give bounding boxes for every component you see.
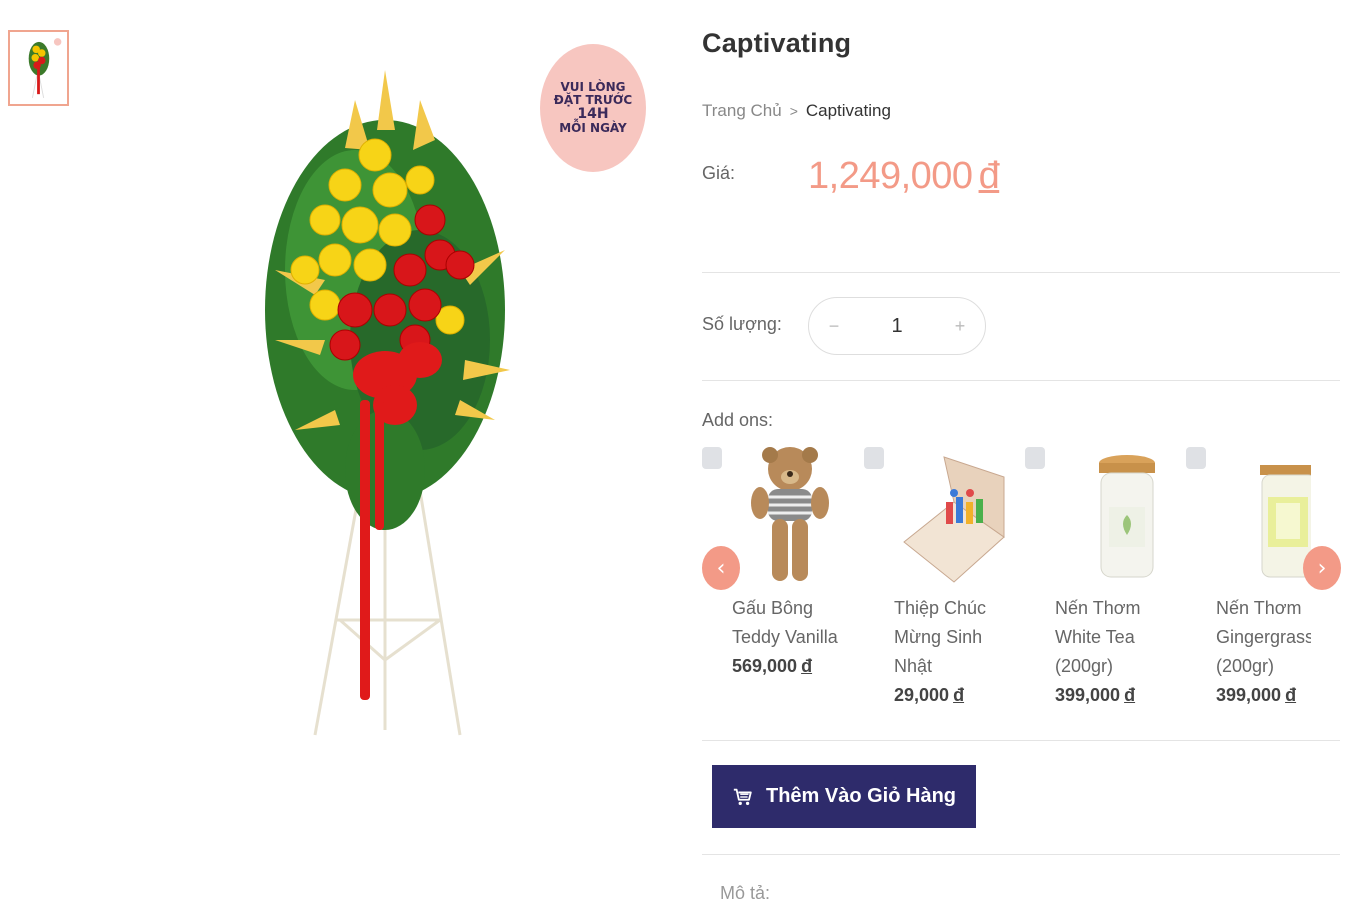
- addon-name[interactable]: Gấu Bông Teddy Vanilla: [732, 594, 857, 652]
- breadcrumb-current: Captivating: [805, 101, 891, 120]
- breadcrumb-home-link[interactable]: Trang Chủ: [702, 101, 782, 120]
- addon-image[interactable]: [894, 447, 1019, 592]
- badge-line-1: VUI LÒNG: [560, 79, 626, 94]
- addon-checkbox[interactable]: [864, 447, 884, 469]
- addon-price: 399,000 đ: [1055, 681, 1180, 710]
- addon-image[interactable]: [732, 447, 857, 592]
- product-thumbnail[interactable]: [8, 30, 69, 106]
- addon-info: Thiệp Chúc Mừng Sinh Nhật 29,000 đ: [894, 594, 1019, 710]
- addon-price-amount: 29,000: [894, 685, 950, 705]
- quantity-decrease-button[interactable]: −: [825, 316, 843, 337]
- flower-stand-thumbnail-image: [28, 38, 62, 98]
- addon-checkbox[interactable]: [1186, 447, 1206, 469]
- addon-name[interactable]: Nến Thơm Gingergrass (200gr): [1216, 594, 1311, 681]
- addon-image[interactable]: [1055, 447, 1180, 592]
- addon-price: 399,000 đ: [1216, 681, 1311, 710]
- addons-prev-button[interactable]: ‹: [702, 546, 740, 590]
- addon-name[interactable]: Nến Thơm White Tea (200gr): [1055, 594, 1180, 681]
- addons-next-button[interactable]: ›: [1303, 546, 1341, 590]
- addon-info: Nến Thơm Gingergrass (200gr) 399,000 đ: [1216, 594, 1311, 710]
- quantity-increase-button[interactable]: +: [951, 316, 969, 337]
- product-price: 1,249,000 đ: [808, 155, 1000, 198]
- add-to-cart-button[interactable]: Thêm Vào Giỏ Hàng: [712, 765, 976, 828]
- addon-checkbox[interactable]: [702, 447, 722, 469]
- divider: [702, 854, 1340, 855]
- product-title: Captivating: [702, 28, 852, 58]
- cart-icon: [733, 788, 752, 805]
- add-to-cart-label: Thêm Vào Giỏ Hàng: [765, 785, 957, 807]
- greeting-card-icon: [903, 456, 1005, 583]
- quantity-stepper: − 1 +: [808, 297, 986, 355]
- breadcrumb: Trang Chủ > Captivating: [702, 101, 891, 121]
- quantity-input[interactable]: 1: [891, 315, 902, 338]
- addon-image[interactable]: [1216, 447, 1311, 592]
- candle-jar-icon: [1099, 455, 1155, 578]
- addon-price-currency: đ: [1124, 685, 1136, 705]
- description-label: Mô tả:: [720, 883, 771, 901]
- addon-checkbox[interactable]: [1025, 447, 1045, 469]
- addon-price: 569,000 đ: [732, 652, 857, 681]
- candle-jar-green-icon: [1260, 465, 1311, 578]
- divider: [702, 380, 1340, 381]
- breadcrumb-separator: >: [789, 103, 798, 119]
- addon-price-currency: đ: [953, 685, 965, 705]
- addon-price: 29,000 đ: [894, 681, 1019, 710]
- price-currency: đ: [978, 155, 1000, 197]
- addon-price-currency: đ: [801, 656, 813, 676]
- addon-info: Gấu Bông Teddy Vanilla 569,000 đ: [732, 594, 857, 681]
- divider: [702, 740, 1340, 741]
- quantity-label: Số lượng:: [702, 314, 782, 334]
- badge-line-4: MỖI NGÀY: [559, 121, 627, 136]
- divider: [702, 272, 1340, 273]
- addon-price-amount: 569,000: [732, 656, 798, 676]
- addon-info: Nến Thơm White Tea (200gr) 399,000 đ: [1055, 594, 1180, 710]
- price-amount: 1,249,000: [808, 155, 973, 197]
- addons-label: Add ons:: [702, 410, 774, 430]
- badge-line-2: ĐẶT TRƯỚC: [553, 92, 633, 107]
- price-label: Giá:: [702, 163, 736, 183]
- badge-line-3: 14H: [577, 105, 609, 122]
- teddy-bear-icon: [751, 447, 829, 581]
- preorder-badge: VUI LÒNG ĐẶT TRƯỚC 14H MỖI NGÀY: [540, 44, 646, 172]
- addon-price-amount: 399,000: [1216, 685, 1282, 705]
- addon-price-amount: 399,000: [1055, 685, 1121, 705]
- addon-name[interactable]: Thiệp Chúc Mừng Sinh Nhật: [894, 594, 1019, 681]
- addon-price-currency: đ: [1285, 685, 1297, 705]
